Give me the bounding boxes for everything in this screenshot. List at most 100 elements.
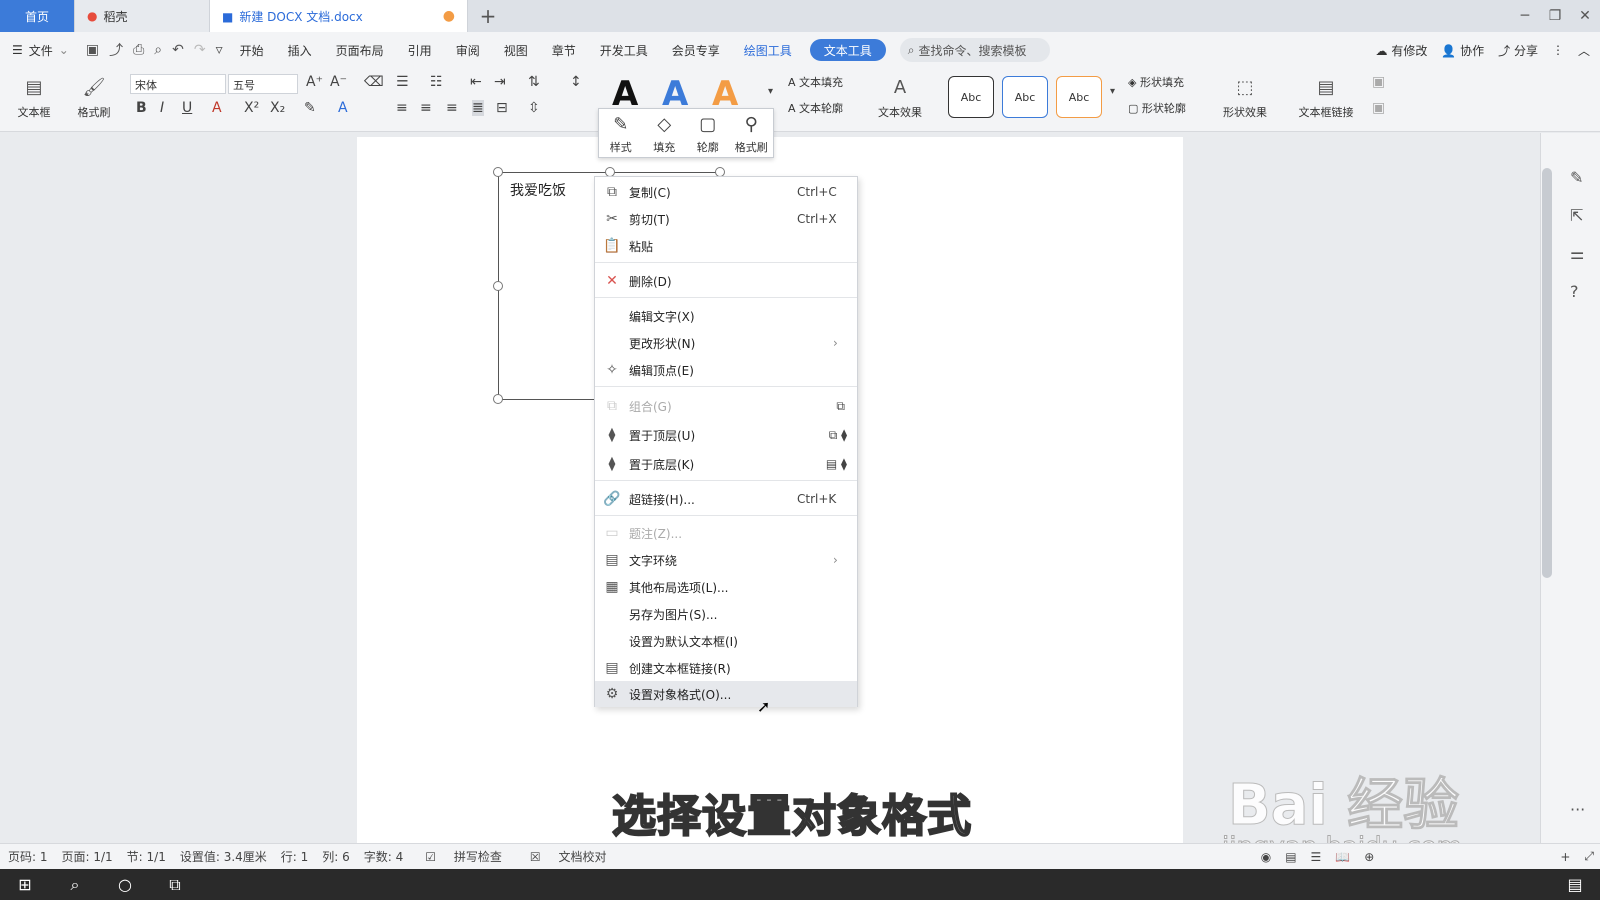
resize-handle-bl[interactable]: [493, 394, 503, 404]
menu-set-default[interactable]: 设置为默认文本框(I): [595, 628, 857, 654]
minimize-icon[interactable]: ─: [1510, 0, 1540, 32]
tab-home[interactable]: 首页: [0, 0, 75, 32]
font-shrink-icon[interactable]: A⁻: [330, 74, 347, 90]
menu-create-link[interactable]: ▤ 创建文本框链接(R): [595, 655, 857, 681]
align-right-icon[interactable]: ≡: [446, 100, 458, 116]
shape-effect-button[interactable]: ⬚ 形状效果: [1212, 72, 1278, 120]
bullet-list-icon[interactable]: ☰: [396, 74, 409, 90]
resize-handle-l[interactable]: [493, 281, 503, 291]
status-words[interactable]: 字数: 4: [364, 848, 404, 865]
superscript-icon[interactable]: X²: [244, 100, 259, 116]
textbox-link-button[interactable]: ▤ 文本框链接: [1290, 72, 1362, 120]
collapse-ribbon-icon[interactable]: ︿: [1578, 42, 1590, 59]
underline-icon[interactable]: U: [182, 100, 192, 116]
float-outline-button[interactable]: ▢ 轮廓: [686, 109, 730, 157]
notification-icon[interactable]: ▤: [1550, 875, 1600, 894]
italic-icon[interactable]: I: [160, 100, 164, 116]
textbox-text[interactable]: 我爱吃饭: [510, 180, 566, 200]
float-fill-button[interactable]: ◇ 填充: [643, 109, 687, 157]
menu-insert[interactable]: 插入: [276, 32, 324, 68]
zoom-in-icon[interactable]: +: [1560, 850, 1570, 864]
share-button[interactable]: ⤴ 分享: [1498, 42, 1538, 59]
file-menu[interactable]: ☰ 文件 ⌄: [0, 32, 81, 68]
fullscreen-icon[interactable]: ⤢: [1584, 849, 1594, 864]
menu-cut[interactable]: ✂ 剪切(T) Ctrl+X: [595, 206, 857, 232]
proofread-button[interactable]: ☒ 文档校对: [522, 848, 613, 865]
pen-tool-icon[interactable]: ✎: [1570, 168, 1583, 187]
eye-icon[interactable]: ◉: [1261, 850, 1271, 864]
shape-style-1[interactable]: Abc: [948, 76, 994, 118]
export-icon[interactable]: ⤴: [104, 40, 128, 60]
justify-icon[interactable]: ≣: [472, 100, 484, 116]
spell-check-button[interactable]: ☑ 拼写检查: [417, 848, 508, 865]
resize-handle-tl[interactable]: [493, 167, 503, 177]
command-search[interactable]: ⌕ 查找命令、搜索模板: [899, 38, 1050, 62]
bring-front-side-icons[interactable]: ⧉ ⧫: [797, 428, 857, 443]
align-center-icon[interactable]: ≡: [420, 100, 432, 116]
task-view-icon[interactable]: ⧉: [150, 875, 200, 895]
redo-icon[interactable]: ↷: [189, 42, 211, 58]
menu-edit-text[interactable]: 编辑文字(X): [595, 303, 857, 329]
strikethrough-color-icon[interactable]: A: [212, 100, 222, 116]
shape-style-3[interactable]: Abc: [1056, 76, 1102, 118]
customize-icon[interactable]: ▿: [211, 42, 228, 58]
more-icon[interactable]: ⋮: [1552, 43, 1564, 57]
distribute-icon[interactable]: ⊟: [496, 100, 508, 116]
textbox-button[interactable]: ▤ 文本框: [8, 72, 60, 120]
eraser-icon[interactable]: ⌫: [364, 74, 384, 90]
send-back-side-icons[interactable]: ▤ ⧫: [797, 457, 857, 471]
text-outline-button[interactable]: A 文本轮廓: [788, 100, 843, 116]
tab-daoke[interactable]: ● 稻壳: [75, 0, 210, 32]
menu-chapter[interactable]: 章节: [540, 32, 588, 68]
shape-outline-button[interactable]: ▢ 形状轮廓: [1128, 100, 1186, 116]
menu-bring-front[interactable]: ⧫ 置于顶层(U) ⧉ ⧫: [595, 422, 857, 448]
menu-view[interactable]: 视图: [492, 32, 540, 68]
cortana-icon[interactable]: ○: [100, 875, 150, 894]
float-style-button[interactable]: ✎ 样式: [599, 109, 643, 157]
save-icon[interactable]: ▣: [81, 42, 104, 58]
restore-icon[interactable]: ❐: [1540, 0, 1570, 32]
link-forward-icon[interactable]: ▣: [1372, 74, 1385, 90]
sort-icon[interactable]: ↕: [570, 74, 582, 90]
menu-draw-tools[interactable]: 绘图工具: [732, 32, 804, 68]
shape-fill-button[interactable]: ◈ 形状填充: [1128, 74, 1184, 90]
text-effect-button[interactable]: A 文本效果: [870, 72, 930, 120]
close-icon[interactable]: ✕: [1570, 0, 1600, 32]
menu-member[interactable]: 会员专享: [660, 32, 732, 68]
has-changes-button[interactable]: ☁ 有修改: [1375, 42, 1427, 59]
web-view-icon[interactable]: ⊕: [1364, 850, 1374, 864]
preview-icon[interactable]: ⌕: [149, 42, 167, 58]
taskbar-search-icon[interactable]: ⌕: [50, 875, 100, 895]
menu-review[interactable]: 审阅: [444, 32, 492, 68]
windows-start-icon[interactable]: ⊞: [0, 875, 50, 894]
menu-layout-options[interactable]: ▦ 其他布局选项(L)...: [595, 574, 857, 600]
text-fill-button[interactable]: A 文本填充: [788, 74, 843, 90]
outdent-icon[interactable]: ⇤: [470, 74, 482, 90]
collab-button[interactable]: 👤 协作: [1441, 42, 1484, 59]
line-spacing-icon[interactable]: ⇳: [528, 100, 540, 116]
menu-start[interactable]: 开始: [228, 32, 276, 68]
menu-reference[interactable]: 引用: [396, 32, 444, 68]
menu-text-tools[interactable]: 文本工具: [809, 39, 886, 61]
menu-text-wrap[interactable]: ▤ 文字环绕 ›: [595, 547, 857, 573]
link-break-icon[interactable]: ▣: [1372, 100, 1385, 116]
undo-icon[interactable]: ↶: [167, 42, 189, 58]
menu-dev-tools[interactable]: 开发工具: [588, 32, 660, 68]
menu-edit-points[interactable]: ✧ 编辑顶点(E): [595, 357, 857, 383]
style-gallery-more-icon[interactable]: ▾: [768, 86, 773, 97]
float-painter-button[interactable]: ⚲ 格式刷: [730, 109, 774, 157]
read-view-icon[interactable]: 📖: [1335, 850, 1350, 864]
menu-delete[interactable]: ✕ 删除(D): [595, 268, 857, 294]
menu-paste[interactable]: 📋 粘贴: [595, 233, 857, 259]
format-painter-button[interactable]: 🖌 格式刷: [68, 72, 120, 120]
font-grow-icon[interactable]: A⁺: [306, 74, 323, 90]
text-direction-icon[interactable]: ⇅: [528, 74, 540, 90]
menu-save-as-image[interactable]: 另存为图片(S)...: [595, 601, 857, 627]
page-view-icon[interactable]: ▤: [1285, 850, 1296, 864]
font-size-select[interactable]: 五号: [228, 74, 298, 94]
menu-hyperlink[interactable]: 🔗 超链接(H)... Ctrl+K: [595, 486, 857, 512]
subscript-icon[interactable]: X₂: [270, 100, 285, 116]
tab-document[interactable]: ■ 新建 DOCX 文档.docx ●: [210, 0, 468, 32]
settings-sliders-icon[interactable]: ⚌: [1570, 244, 1584, 263]
outline-view-icon[interactable]: ☰: [1311, 850, 1322, 864]
